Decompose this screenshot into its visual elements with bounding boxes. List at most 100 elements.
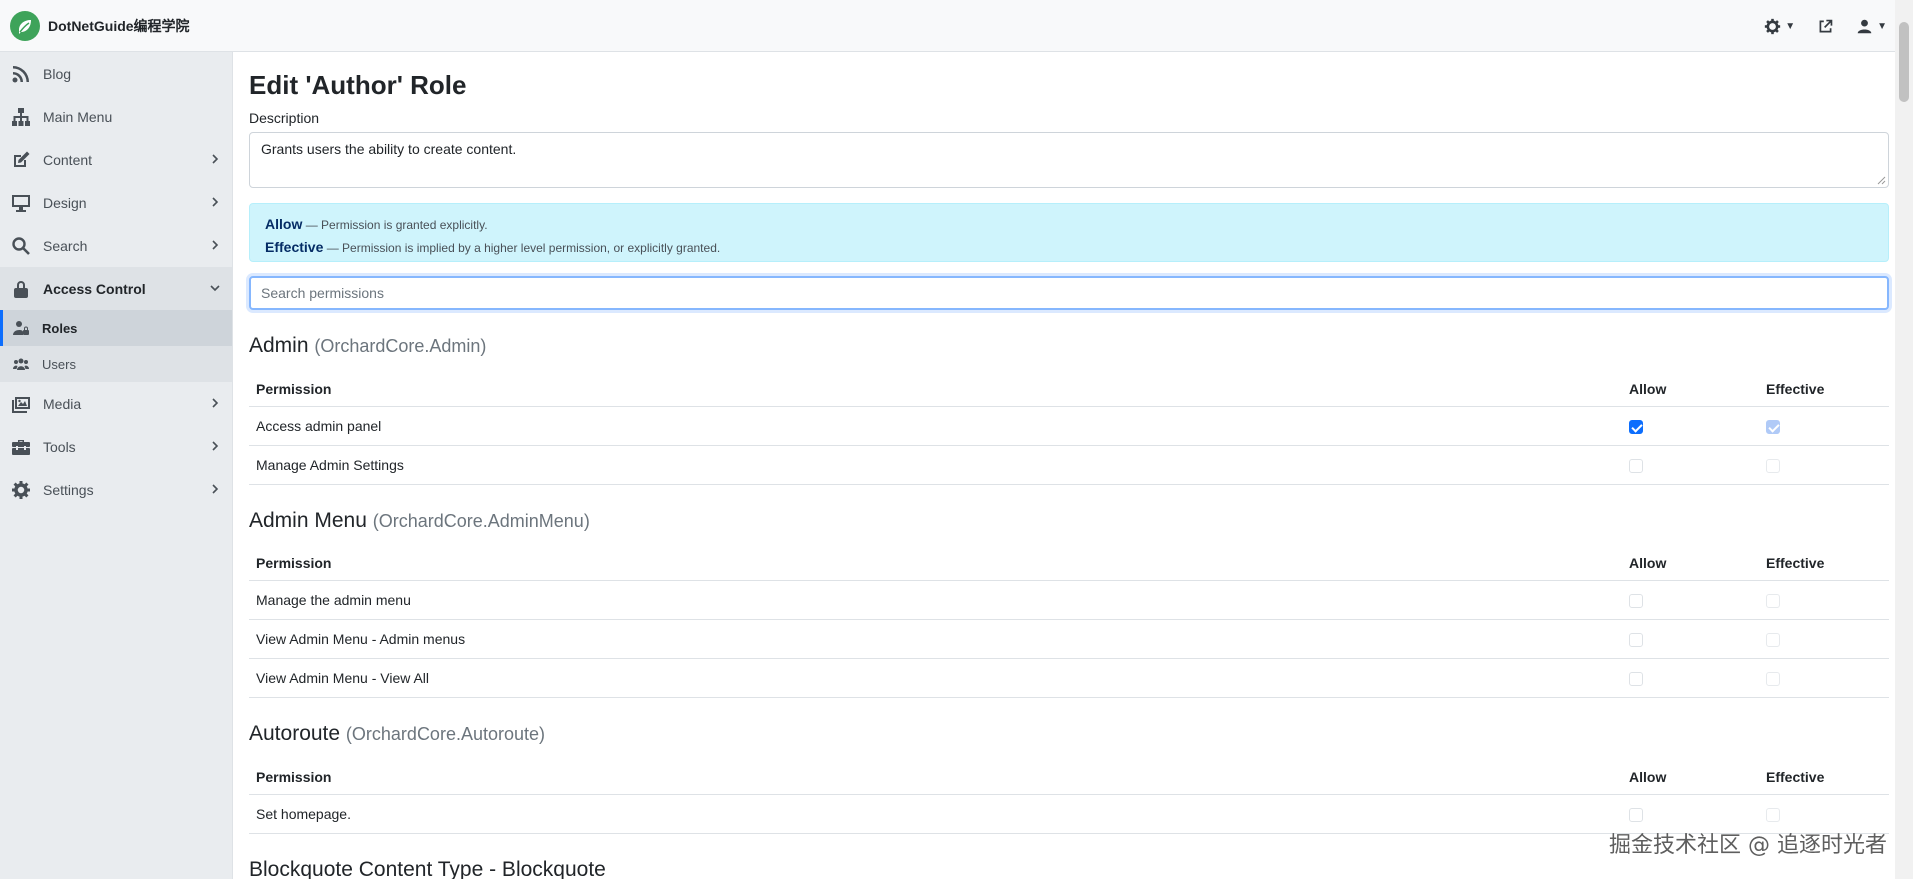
brand-name: DotNetGuide编程学院 [48,17,190,34]
allow-cell [1622,580,1759,620]
column-header-effective: Effective [1759,372,1889,407]
permission-name: View Admin Menu - View All [249,658,1622,698]
search-icon [10,235,32,257]
chevron-right-icon [212,484,219,494]
group-module: (OrchardCore.AdminMenu) [372,510,590,531]
sidebar-subitem-label: Roles [42,320,78,336]
column-header-allow: Allow [1622,546,1759,581]
column-header-effective: Effective [1759,546,1889,581]
alert-line-effective: Effective — Permission is implied by a h… [265,236,1873,259]
allow-checkbox[interactable] [1629,419,1643,434]
allow-cell [1622,445,1759,485]
resize-grip-icon[interactable] [1876,175,1886,185]
group-name: Autoroute [249,722,341,745]
permissions-table: Permission Allow Effective Manage the admin… [249,546,1889,698]
sidebar-item-search[interactable]: Search [0,224,232,267]
description-label: Description [249,110,320,126]
permission-name: Manage the admin menu [249,580,1622,620]
images-icon [10,393,32,415]
caret-down-icon: ▼ [1877,20,1887,32]
sidebar-item-content[interactable]: Content [0,138,232,181]
table-row: Manage the admin menu [249,580,1889,620]
sidebar-item-label: Content [43,151,93,168]
desktop-icon [10,192,32,214]
allow-checkbox[interactable] [1629,594,1643,609]
alert-line-allow: Allow — Permission is granted explicitly… [265,213,1873,236]
effective-checkbox [1766,807,1780,822]
sidebar-item-label: Media [43,395,82,412]
edit-icon [10,149,32,171]
watermark: 掘金技术社区 @ 追逐时光者 [1609,833,1887,858]
table-row: View Admin Menu - View All [249,658,1889,698]
permission-name: Set homepage. [249,794,1622,834]
effective-cell [1759,580,1889,620]
main-content: Edit 'Author' Role Description Grants us… [233,52,1895,879]
sidebar: Blog Main Menu Content Design Search Acc… [0,52,233,879]
scrollbar-thumb[interactable] [1899,22,1909,102]
table-header-row: Permission Allow Effective [249,760,1889,795]
effective-checkbox [1766,633,1780,648]
allow-cell [1622,619,1759,659]
permissions-table: Permission Allow Effective Access admin pan… [249,372,1889,485]
table-row: Access admin panel [249,406,1889,446]
allow-text: — Permission is granted explicitly. [305,218,488,232]
sidebar-item-label: Blog [43,65,72,82]
allow-checkbox[interactable] [1629,633,1643,648]
search-permissions-input[interactable] [249,276,1889,310]
chevron-right-icon [212,154,219,164]
sidebar-subitem-roles[interactable]: Roles [0,310,232,346]
group-module: (OrchardCore.Admin) [314,336,487,356]
scrollbar[interactable] [1895,0,1913,879]
allow-checkbox[interactable] [1629,672,1643,687]
sidebar-item-media[interactable]: Media [0,382,232,425]
table-header-row: Permission Allow Effective [249,372,1889,407]
sidebar-item-tools[interactable]: Tools [0,425,232,468]
group-name: Blockquote Content Type - Blockquote [249,857,606,879]
sidebar-item-label: Search [43,237,88,254]
column-header-allow: Allow [1622,372,1759,407]
description-textarea[interactable]: Grants users the ability to create conte… [249,132,1889,188]
table-header-row: Permission Allow Effective [249,546,1889,581]
allow-term: Allow [265,216,303,232]
chevron-right-icon [212,240,219,250]
allow-checkbox[interactable] [1629,458,1643,473]
user-dropdown[interactable]: ▼ [1856,18,1887,35]
allow-cell [1622,658,1759,698]
effective-text: — Permission is implied by a higher leve… [326,241,721,255]
effective-term: Effective [265,239,324,255]
theme-dropdown[interactable]: ▼ [1764,18,1795,35]
external-link-icon [1819,19,1833,32]
effective-checkbox [1766,419,1780,434]
permission-group-title: Blockquote Content Type - Blockquote [249,856,1895,879]
sidebar-item-label: Design [43,194,87,211]
chevron-right-icon [212,398,219,408]
permission-group-title: Admin (OrchardCore.Admin) [249,332,1895,360]
sidebar-item-settings[interactable]: Settings [0,468,232,511]
column-header-permission: Permission [249,372,1622,407]
group-name: Admin Menu [249,508,367,532]
permission-groups: Admin (OrchardCore.Admin) Permission Allow… [249,332,1895,879]
sidebar-item-label: Tools [43,438,76,455]
brand[interactable]: DotNetGuide编程学院 [0,0,190,52]
permission-group-title: Admin Menu (OrchardCore.AdminMenu) [249,507,1895,535]
effective-cell [1759,406,1889,446]
sidebar-subitem-users[interactable]: Users [0,346,232,382]
visit-site-link[interactable] [1817,18,1834,35]
column-header-permission: Permission [249,760,1622,795]
chevron-right-icon [212,441,219,451]
toolbox-icon [10,436,32,458]
description-value: Grants users the ability to create conte… [261,141,517,157]
effective-checkbox [1766,672,1780,687]
user-icon [1857,19,1872,33]
sidebar-item-blog[interactable]: Blog [0,52,232,95]
sidebar-item-main-menu[interactable]: Main Menu [0,95,232,138]
sidebar-item-design[interactable]: Design [0,181,232,224]
effective-cell [1759,658,1889,698]
lock-icon [10,278,32,300]
allow-checkbox[interactable] [1629,807,1643,822]
permission-name: View Admin Menu - Admin menus [249,619,1622,659]
sidebar-item-access-control[interactable]: Access Control [0,267,232,310]
effective-checkbox [1766,458,1780,473]
cog-icon [1765,18,1781,34]
sidebar-subitem-label: Users [42,356,76,372]
